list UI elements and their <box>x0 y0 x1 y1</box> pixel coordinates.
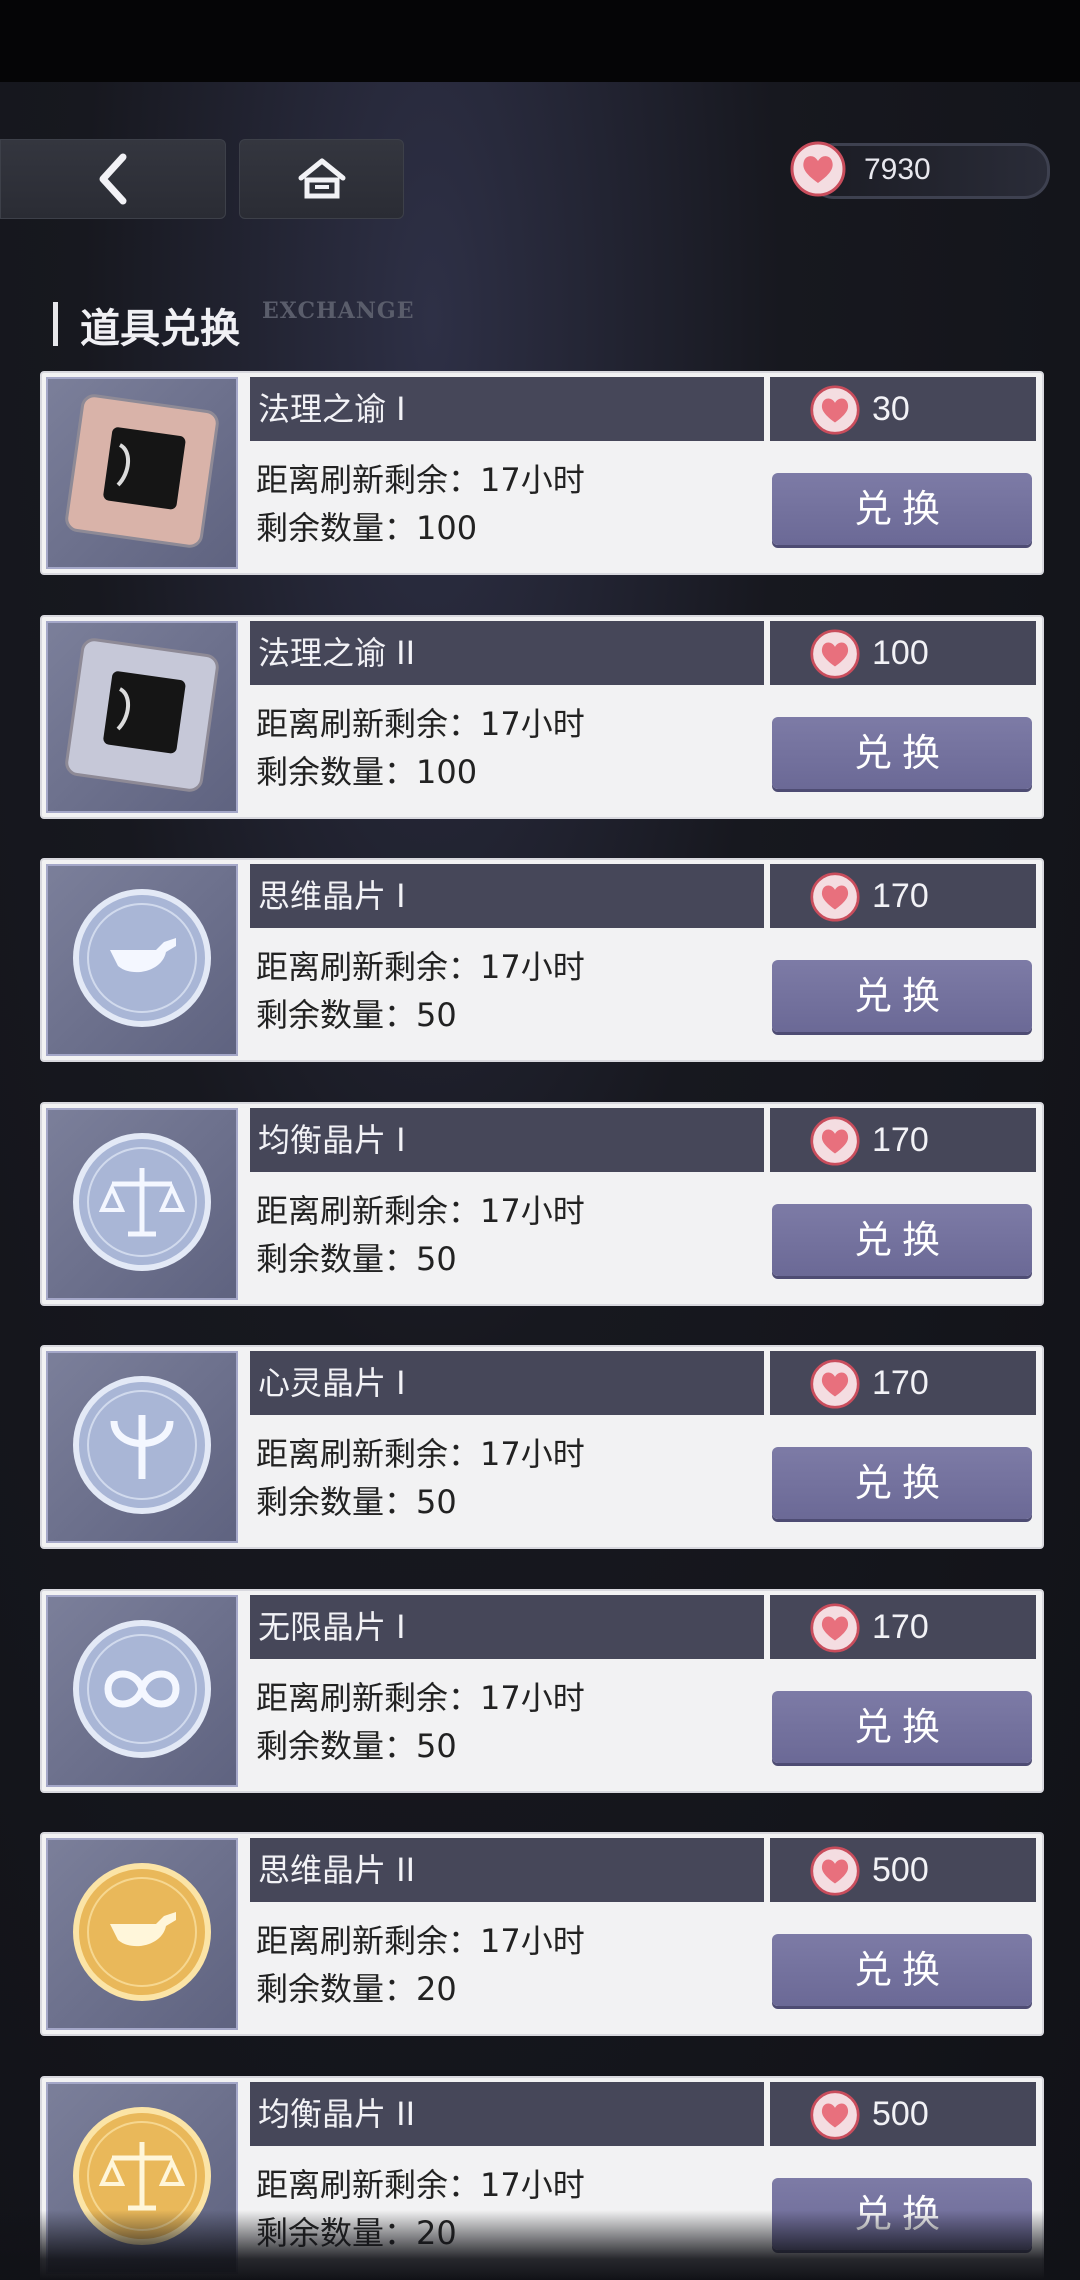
pipe-chip-silver-icon <box>52 868 232 1052</box>
item-price-value: 170 <box>872 1364 929 1402</box>
psi-chip-silver-icon <box>52 1355 232 1539</box>
item-price-value: 100 <box>872 634 929 672</box>
item-price-value: 30 <box>872 390 910 428</box>
item-name: 思维晶片 I <box>250 864 764 928</box>
item-price-value: 500 <box>872 1851 929 1889</box>
item-name: 法理之谕 II <box>250 621 764 685</box>
item-remaining-count: 剩余数量：100 <box>256 753 478 791</box>
chevron-left-icon <box>99 153 127 205</box>
item-price: 30 <box>770 377 1036 441</box>
item-price-value: 500 <box>872 2095 929 2133</box>
exchange-button[interactable]: 兑换 <box>772 1204 1032 1276</box>
item-name: 无限晶片 I <box>250 1595 764 1659</box>
section-title: 道具兑换 <box>80 305 240 352</box>
item-card: 心灵晶片 I 170 距离刷新剩余：17小时 剩余数量：50 兑换 <box>40 1345 1044 1549</box>
item-thumbnail[interactable] <box>46 864 238 1056</box>
exchange-button[interactable]: 兑换 <box>772 1934 1032 2006</box>
heart-icon <box>810 1846 860 1896</box>
heart-icon <box>810 385 860 435</box>
item-refresh-time: 距离刷新剩余：17小时 <box>256 948 585 986</box>
item-name: 均衡晶片 II <box>250 2082 764 2146</box>
heart-icon <box>810 872 860 922</box>
status-bar <box>0 0 1080 82</box>
currency-value: 7930 <box>864 153 931 186</box>
exchange-button[interactable]: 兑换 <box>772 960 1032 1032</box>
item-thumbnail[interactable] <box>46 377 238 569</box>
item-refresh-time: 距离刷新剩余：17小时 <box>256 1679 585 1717</box>
scales-chip-silver-icon <box>52 1112 232 1296</box>
heart-icon <box>810 1116 860 1166</box>
item-refresh-time: 距离刷新剩余：17小时 <box>256 1435 585 1473</box>
item-card: 思维晶片 II 500 距离刷新剩余：17小时 剩余数量：20 兑换 <box>40 1832 1044 2036</box>
item-card: 法理之谕 II 100 距离刷新剩余：17小时 剩余数量：100 兑换 <box>40 615 1044 819</box>
item-thumbnail[interactable] <box>46 1108 238 1300</box>
pipe-chip-gold-icon <box>52 1842 232 2026</box>
item-name: 均衡晶片 I <box>250 1108 764 1172</box>
item-name: 心灵晶片 I <box>250 1351 764 1415</box>
item-price-value: 170 <box>872 1121 929 1159</box>
heart-icon <box>810 2090 860 2140</box>
home-button[interactable] <box>239 139 404 219</box>
item-remaining-count: 剩余数量：50 <box>256 996 457 1034</box>
heart-icon <box>790 141 846 197</box>
item-remaining-count: 剩余数量：50 <box>256 1483 457 1521</box>
tablet-silver-icon <box>52 625 232 809</box>
item-card: 均衡晶片 I 170 距离刷新剩余：17小时 剩余数量：50 兑换 <box>40 1102 1044 1306</box>
heart-icon <box>810 629 860 679</box>
bottom-fade <box>0 2210 1080 2280</box>
item-price: 170 <box>770 1108 1036 1172</box>
item-name: 思维晶片 II <box>250 1838 764 1902</box>
item-price: 170 <box>770 864 1036 928</box>
item-name: 法理之谕 I <box>250 377 764 441</box>
item-refresh-time: 距离刷新剩余：17小时 <box>256 2166 585 2204</box>
item-refresh-time: 距离刷新剩余：17小时 <box>256 461 585 499</box>
item-thumbnail[interactable] <box>46 1595 238 1787</box>
exchange-button[interactable]: 兑换 <box>772 717 1032 789</box>
item-remaining-count: 剩余数量：100 <box>256 509 478 547</box>
item-refresh-time: 距离刷新剩余：17小时 <box>256 1922 585 1960</box>
item-card: 无限晶片 I 170 距离刷新剩余：17小时 剩余数量：50 兑换 <box>40 1589 1044 1793</box>
exchange-button[interactable]: 兑换 <box>772 1691 1032 1763</box>
item-thumbnail[interactable] <box>46 1838 238 2030</box>
item-thumbnail[interactable] <box>46 1351 238 1543</box>
item-price: 500 <box>770 2082 1036 2146</box>
item-card: 思维晶片 I 170 距离刷新剩余：17小时 剩余数量：50 兑换 <box>40 858 1044 1062</box>
item-refresh-time: 距离刷新剩余：17小时 <box>256 705 585 743</box>
item-thumbnail[interactable] <box>46 621 238 813</box>
exchange-button[interactable]: 兑换 <box>772 1447 1032 1519</box>
heart-icon <box>810 1603 860 1653</box>
exchange-button[interactable]: 兑换 <box>772 473 1032 545</box>
item-card: 法理之谕 I 30 距离刷新剩余：17小时 剩余数量：100 兑换 <box>40 371 1044 575</box>
infinity-chip-silver-icon <box>52 1599 232 1783</box>
item-price-value: 170 <box>872 877 929 915</box>
item-remaining-count: 剩余数量：20 <box>256 1970 457 2008</box>
tablet-bronze-icon <box>52 381 232 565</box>
item-remaining-count: 剩余数量：50 <box>256 1727 457 1765</box>
section-title-bar <box>53 302 58 346</box>
item-refresh-time: 距离刷新剩余：17小时 <box>256 1192 585 1230</box>
heart-icon <box>810 1359 860 1409</box>
item-price: 500 <box>770 1838 1036 1902</box>
section-subtitle: EXCHANGE <box>262 298 415 324</box>
item-price: 170 <box>770 1595 1036 1659</box>
item-remaining-count: 剩余数量：50 <box>256 1240 457 1278</box>
back-button[interactable] <box>0 139 226 219</box>
item-price: 100 <box>770 621 1036 685</box>
home-icon <box>298 158 345 199</box>
item-price-value: 170 <box>872 1608 929 1646</box>
item-price: 170 <box>770 1351 1036 1415</box>
